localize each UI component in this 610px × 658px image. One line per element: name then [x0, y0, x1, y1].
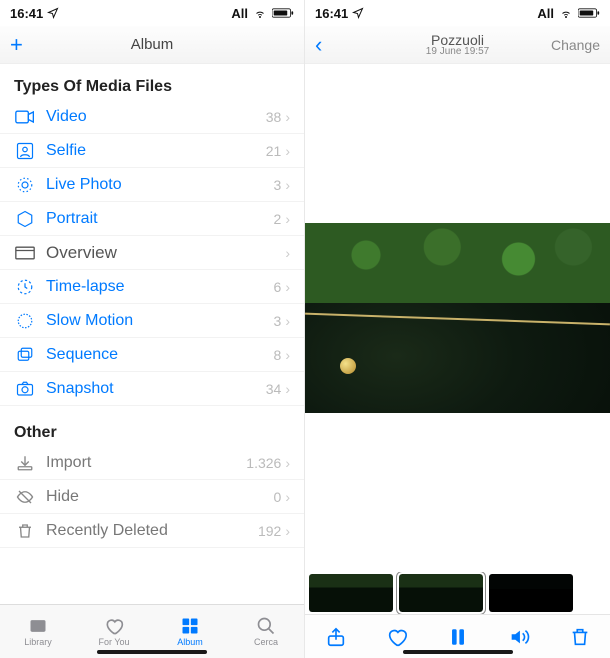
overview-icon: [14, 246, 36, 260]
status-time: 16:41: [10, 6, 43, 21]
chevron-right-icon: ›: [285, 523, 290, 539]
add-button[interactable]: +: [10, 32, 23, 57]
chevron-right-icon: ›: [285, 245, 290, 261]
chevron-right-icon: ›: [285, 211, 290, 227]
row-count: 2: [274, 211, 282, 227]
wifi-icon: [252, 7, 268, 19]
section-header-other: Other: [0, 406, 304, 446]
row-label: Import: [46, 454, 246, 472]
filmstrip[interactable]: [305, 572, 610, 614]
nav-title: Album: [131, 36, 174, 53]
back-button[interactable]: ‹: [315, 32, 322, 57]
tab-label: Album: [177, 637, 203, 647]
row-count: 8: [274, 347, 282, 363]
chevron-right-icon: ›: [285, 347, 290, 363]
nav-title: Pozzuoli: [426, 33, 489, 47]
section-header-media: Types Of Media Files: [0, 64, 304, 100]
status-time: 16:41: [315, 6, 348, 21]
status-carrier: All: [537, 6, 554, 21]
row-hide[interactable]: Hide 0 ›: [0, 480, 304, 514]
row-count: 0: [274, 489, 282, 505]
row-overview[interactable]: Overview ›: [0, 236, 304, 270]
import-icon: [14, 454, 36, 472]
selfie-icon: [14, 142, 36, 160]
chevron-right-icon: ›: [285, 109, 290, 125]
tab-label: Library: [24, 637, 52, 647]
trash-icon: [14, 522, 36, 540]
row-livephoto[interactable]: Live Photo 3 ›: [0, 168, 304, 202]
tab-search[interactable]: Cerca: [228, 605, 304, 658]
battery-icon: [272, 7, 294, 19]
wifi-icon: [558, 7, 574, 19]
video-preview[interactable]: [305, 223, 610, 413]
status-bar: 16:41 All: [0, 0, 304, 26]
row-sequence[interactable]: Sequence 8 ›: [0, 338, 304, 372]
chevron-right-icon: ›: [285, 177, 290, 193]
chevron-right-icon: ›: [285, 313, 290, 329]
clip-item-selected[interactable]: [399, 574, 483, 612]
row-count: 192: [258, 523, 281, 539]
row-slowmo[interactable]: Slow Motion 3 ›: [0, 304, 304, 338]
clip-item[interactable]: [489, 574, 573, 612]
row-label: Sequence: [46, 346, 274, 364]
portrait-icon: [14, 210, 36, 228]
row-label: Portrait: [46, 210, 274, 228]
row-label: Overview: [46, 243, 281, 263]
row-timelapse[interactable]: Time-lapse 6 ›: [0, 270, 304, 304]
tab-label: Cerca: [254, 637, 278, 647]
row-count: 1.326: [246, 455, 281, 471]
livephoto-icon: [14, 176, 36, 194]
row-count: 3: [274, 313, 282, 329]
row-label: Video: [46, 108, 266, 126]
snapshot-icon: [14, 380, 36, 398]
row-label: Snapshot: [46, 380, 266, 398]
status-carrier: All: [231, 6, 248, 21]
row-label: Hide: [46, 488, 274, 506]
chevron-right-icon: ›: [285, 143, 290, 159]
tab-library[interactable]: Library: [0, 605, 76, 658]
change-button[interactable]: Change: [551, 37, 600, 53]
chevron-right-icon: ›: [285, 455, 290, 471]
video-icon: [14, 110, 36, 124]
delete-button[interactable]: [567, 624, 593, 650]
row-count: 6: [274, 279, 282, 295]
row-video[interactable]: Video 38 ›: [0, 100, 304, 134]
location-icon: [47, 7, 59, 19]
favorite-button[interactable]: [384, 624, 410, 650]
chevron-right-icon: ›: [285, 489, 290, 505]
row-label: Selfie: [46, 142, 266, 160]
row-count: 21: [266, 143, 282, 159]
row-import[interactable]: Import 1.326 ›: [0, 446, 304, 480]
battery-icon: [578, 7, 600, 19]
nav-bar: ‹ Pozzuoli 19 June 19:57 Change: [305, 26, 610, 64]
pause-button[interactable]: [445, 624, 471, 650]
row-selfie[interactable]: Selfie 21 ›: [0, 134, 304, 168]
chevron-right-icon: ›: [285, 381, 290, 397]
hide-icon: [14, 488, 36, 506]
sequence-icon: [14, 346, 36, 364]
row-snapshot[interactable]: Snapshot 34 ›: [0, 372, 304, 406]
volume-button[interactable]: [506, 624, 532, 650]
location-icon: [352, 7, 364, 19]
home-indicator[interactable]: [403, 650, 513, 654]
row-portrait[interactable]: Portrait 2 ›: [0, 202, 304, 236]
timelapse-icon: [14, 278, 36, 296]
tab-label: For You: [98, 637, 129, 647]
home-indicator[interactable]: [97, 650, 207, 654]
clip-item[interactable]: [309, 574, 393, 612]
nav-bar: + Album: [0, 26, 304, 64]
row-label: Live Photo: [46, 176, 274, 194]
row-recently-deleted[interactable]: Recently Deleted 192 ›: [0, 514, 304, 548]
row-count: 38: [266, 109, 282, 125]
row-label: Recently Deleted: [46, 522, 258, 540]
slowmo-icon: [14, 312, 36, 330]
share-button[interactable]: [323, 624, 349, 650]
row-count: 34: [266, 381, 282, 397]
nav-subtitle: 19 June 19:57: [426, 47, 489, 57]
row-label: Slow Motion: [46, 312, 274, 330]
row-label: Time-lapse: [46, 278, 274, 296]
chevron-right-icon: ›: [285, 279, 290, 295]
row-count: 3: [274, 177, 282, 193]
status-bar: 16:41 All: [305, 0, 610, 26]
